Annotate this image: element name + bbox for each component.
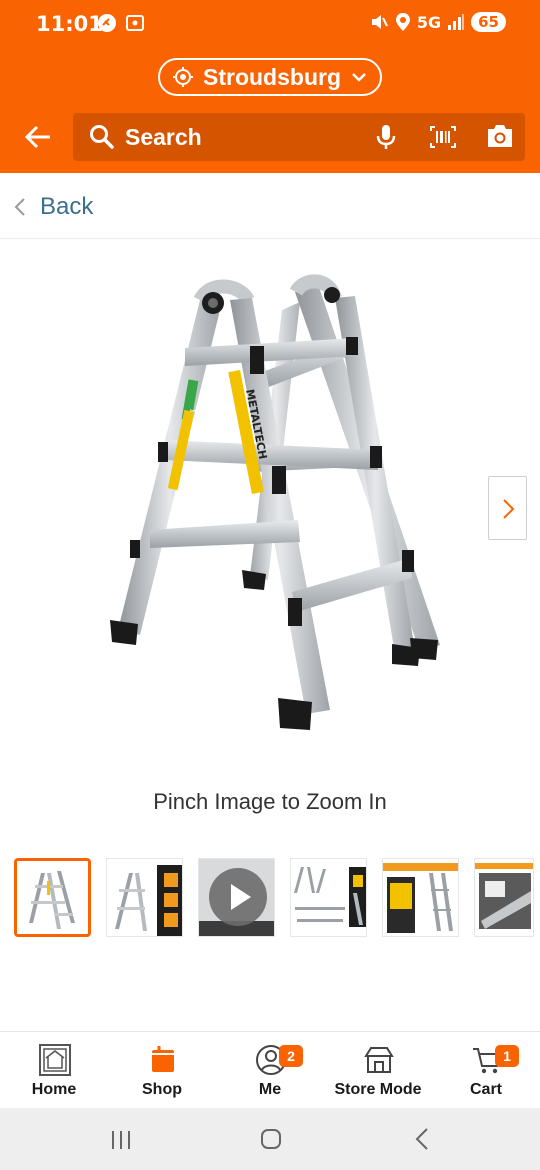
status-bar: 11:01 5G 65 bbox=[0, 0, 540, 48]
link-notification-icon bbox=[98, 14, 116, 32]
home-depot-logo-icon bbox=[39, 1044, 71, 1076]
next-image-button[interactable] bbox=[488, 476, 527, 540]
store-icon bbox=[364, 1047, 394, 1073]
status-time: 11:01 bbox=[36, 12, 103, 36]
screenshot-icon bbox=[126, 15, 144, 31]
chevron-right-icon bbox=[503, 499, 515, 519]
nav-me-label: Me bbox=[258, 1081, 282, 1098]
nav-cart-label: Cart bbox=[469, 1081, 502, 1098]
back-bar[interactable]: Back bbox=[0, 173, 540, 239]
thumbnail-video[interactable] bbox=[198, 858, 275, 937]
thumbnail-ladder-features[interactable] bbox=[106, 858, 183, 937]
thumbnail-ladder-positions[interactable] bbox=[290, 858, 367, 937]
recent-apps-icon[interactable] bbox=[110, 1129, 132, 1151]
nav-cart[interactable]: 1 Cart bbox=[432, 1032, 540, 1109]
nav-home-label: Home bbox=[31, 1081, 77, 1098]
thumbnail-ladder-photo[interactable] bbox=[14, 858, 91, 937]
cart-badge: 1 bbox=[495, 1045, 519, 1067]
barcode-scan-icon[interactable] bbox=[429, 125, 457, 149]
zoom-hint: Pinch Image to Zoom In bbox=[153, 789, 387, 814]
store-name: Stroudsburg bbox=[203, 63, 341, 90]
nav-store-mode[interactable]: Store Mode bbox=[324, 1032, 432, 1109]
thumbnail-strip bbox=[14, 858, 534, 937]
nav-store-mode-label: Store Mode bbox=[334, 1081, 422, 1098]
nav-me[interactable]: 2 Me bbox=[216, 1032, 324, 1109]
battery-indicator: 65 bbox=[471, 12, 506, 32]
search-placeholder: Search bbox=[125, 124, 202, 150]
nav-home[interactable]: Home bbox=[0, 1032, 108, 1109]
camera-icon[interactable] bbox=[485, 123, 515, 149]
me-badge: 2 bbox=[279, 1045, 303, 1067]
search-input[interactable]: Search bbox=[73, 113, 525, 161]
paint-bucket-icon bbox=[152, 1046, 174, 1072]
ladder-illustration: 13 METALTECH bbox=[110, 274, 440, 730]
search-icon bbox=[90, 125, 114, 149]
system-back-icon[interactable] bbox=[414, 1127, 430, 1151]
location-icon bbox=[395, 13, 410, 31]
nav-shop-label: Shop bbox=[142, 1081, 182, 1098]
thumbnail-ladder-closeup[interactable] bbox=[474, 858, 534, 937]
product-image[interactable]: 13 METALTECH bbox=[0, 240, 540, 760]
nav-shop[interactable]: Shop bbox=[108, 1032, 216, 1109]
home-button-icon[interactable] bbox=[260, 1128, 282, 1150]
system-navigation-bar bbox=[0, 1108, 540, 1170]
chevron-down-icon bbox=[352, 73, 366, 82]
back-arrow-icon[interactable] bbox=[22, 121, 54, 153]
bottom-nav: Home Shop 2 Me Store Mode 1 Cart bbox=[0, 1031, 540, 1108]
chevron-left-icon bbox=[14, 198, 25, 216]
back-link[interactable]: Back bbox=[40, 193, 93, 221]
store-selector[interactable]: Stroudsburg bbox=[158, 58, 382, 96]
mute-icon bbox=[371, 15, 388, 29]
network-label: 5G bbox=[416, 12, 442, 32]
target-location-icon bbox=[173, 67, 193, 87]
thumbnail-ladder-box[interactable] bbox=[382, 858, 459, 937]
microphone-icon[interactable] bbox=[373, 123, 399, 151]
signal-icon bbox=[448, 14, 465, 30]
